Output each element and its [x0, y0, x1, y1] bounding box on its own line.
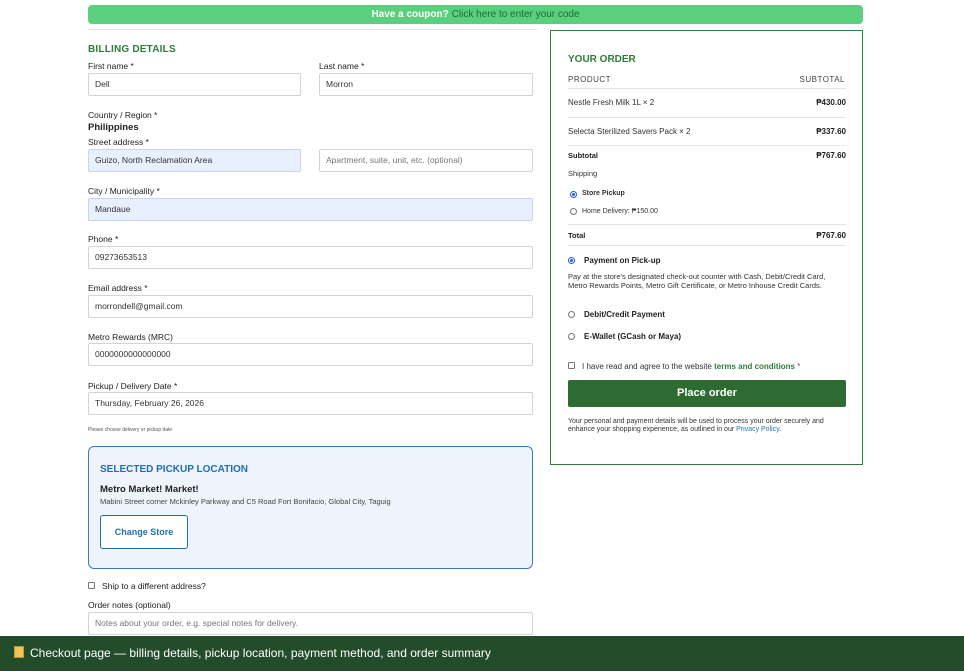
clipboard-icon [14, 646, 24, 658]
item-price: ₱430.00 [816, 98, 846, 107]
country-value: Philippines [88, 122, 139, 133]
payment-pickup-description: Pay at the store's designated check-out … [568, 272, 826, 290]
change-store-button[interactable]: Change Store [100, 515, 188, 549]
first-name-label: First name * [88, 61, 134, 71]
coupon-text: Have a coupon? [371, 9, 449, 20]
order-item: Selecta Sterilized Savers Pack × 2 ₱337.… [568, 127, 846, 136]
shipping-option-label: Home Delivery: ₱150.00 [582, 208, 658, 215]
terms-link[interactable]: terms and conditions [714, 362, 795, 371]
billing-title: BILLING DETAILS [88, 44, 176, 55]
divider [88, 29, 538, 30]
order-title: YOUR ORDER [568, 54, 636, 65]
last-name-label: Last name * [319, 61, 365, 71]
coupon-link[interactable]: Click here to enter your code [452, 9, 580, 20]
store-address: Mabini Street corner Mckinley Parkway an… [100, 497, 391, 506]
terms-prefix: I have read and agree to the website [582, 362, 712, 371]
terms-text: I have read and agree to the website ter… [582, 362, 800, 371]
ship-different-label: Ship to a different address? [102, 581, 206, 591]
col-product: PRODUCT [568, 75, 612, 84]
street-label: Street address * [88, 137, 149, 147]
subtotal-value: ₱767.60 [816, 151, 846, 160]
first-name-field[interactable]: Dell [88, 73, 301, 96]
terms-checkbox[interactable] [568, 362, 575, 369]
date-field[interactable]: Thursday, February 26, 2026 [88, 392, 533, 415]
mrc-label: Metro Rewards (MRC) [88, 332, 174, 342]
privacy-notice: Your personal and payment details will b… [568, 418, 846, 434]
payment-card-radio[interactable] [568, 311, 575, 318]
total-value: ₱767.60 [816, 231, 846, 240]
order-notes-field[interactable]: Notes about your order, e.g. special not… [88, 612, 533, 635]
phone-label: Phone * [88, 234, 119, 244]
phone-field[interactable]: 09273653513 [88, 246, 533, 269]
store-name: Metro Market! Market! [100, 484, 199, 495]
email-label: Email address * [88, 283, 148, 293]
payment-pickup-label: Payment on Pick-up [584, 256, 661, 265]
item-name: Nestle Fresh Milk 1L × 2 [568, 98, 655, 107]
divider [568, 145, 846, 146]
privacy-end: . [779, 426, 782, 433]
coupon-bar[interactable]: Have a coupon? Click here to enter your c… [88, 5, 863, 24]
required-star: * [797, 362, 801, 371]
shipping-home-delivery-radio[interactable] [570, 208, 577, 215]
subtotal-label: Subtotal [568, 151, 598, 160]
last-name-field[interactable]: Morron [319, 73, 533, 96]
city-field[interactable]: Mandaue [88, 198, 533, 221]
divider [568, 245, 846, 246]
payment-ewallet-label: E-Wallet (GCash or Maya) [584, 332, 682, 341]
order-notes-label: Order notes (optional) [88, 600, 171, 610]
caption-bar: Checkout page — billing details, pickup … [0, 636, 964, 671]
privacy-policy-link[interactable]: Privacy Policy [736, 426, 779, 433]
apartment-field[interactable]: Apartment, suite, unit, etc. (optional) [319, 149, 533, 172]
date-label: Pickup / Delivery Date * [88, 381, 178, 391]
divider [568, 224, 846, 225]
date-hint: Please choose delivery or pickup date [88, 427, 173, 433]
col-subtotal: SUBTOTAL [799, 75, 845, 84]
caption-text: Checkout page — billing details, pickup … [30, 646, 491, 660]
shipping-option-label: Store Pickup [582, 190, 625, 197]
pickup-location-card: SELECTED PICKUP LOCATION Metro Market! M… [88, 446, 533, 569]
shipping-store-pickup-radio[interactable] [570, 191, 577, 198]
item-name: Selecta Sterilized Savers Pack × 2 [568, 127, 691, 136]
shipping-label: Shipping [568, 169, 598, 178]
payment-pickup-radio[interactable] [568, 257, 575, 264]
total-label: Total [568, 231, 586, 240]
ship-different-checkbox[interactable] [88, 582, 95, 589]
payment-card-label: Debit/Credit Payment [584, 310, 665, 319]
divider [568, 88, 846, 89]
item-price: ₱337.60 [816, 127, 846, 136]
order-item: Nestle Fresh Milk 1L × 2 ₱430.00 [568, 98, 846, 107]
total-row: Total ₱767.60 [568, 231, 846, 240]
mrc-field[interactable]: 0000000000000000 [88, 343, 533, 366]
order-summary: YOUR ORDER PRODUCT SUBTOTAL Nestle Fresh… [550, 30, 863, 465]
place-order-button[interactable]: Place order [568, 380, 846, 407]
email-field[interactable]: morrondell@gmail.com [88, 295, 533, 318]
city-label: City / Municipality * [88, 186, 160, 196]
privacy-text: Your personal and payment details will b… [568, 418, 824, 433]
divider [568, 117, 846, 118]
street-field[interactable]: Guizo, North Reclamation Area [88, 149, 301, 172]
subtotal-row: Subtotal ₱767.60 [568, 151, 846, 160]
country-label: Country / Region * [88, 110, 158, 120]
payment-ewallet-radio[interactable] [568, 333, 575, 340]
pickup-title: SELECTED PICKUP LOCATION [100, 464, 248, 475]
